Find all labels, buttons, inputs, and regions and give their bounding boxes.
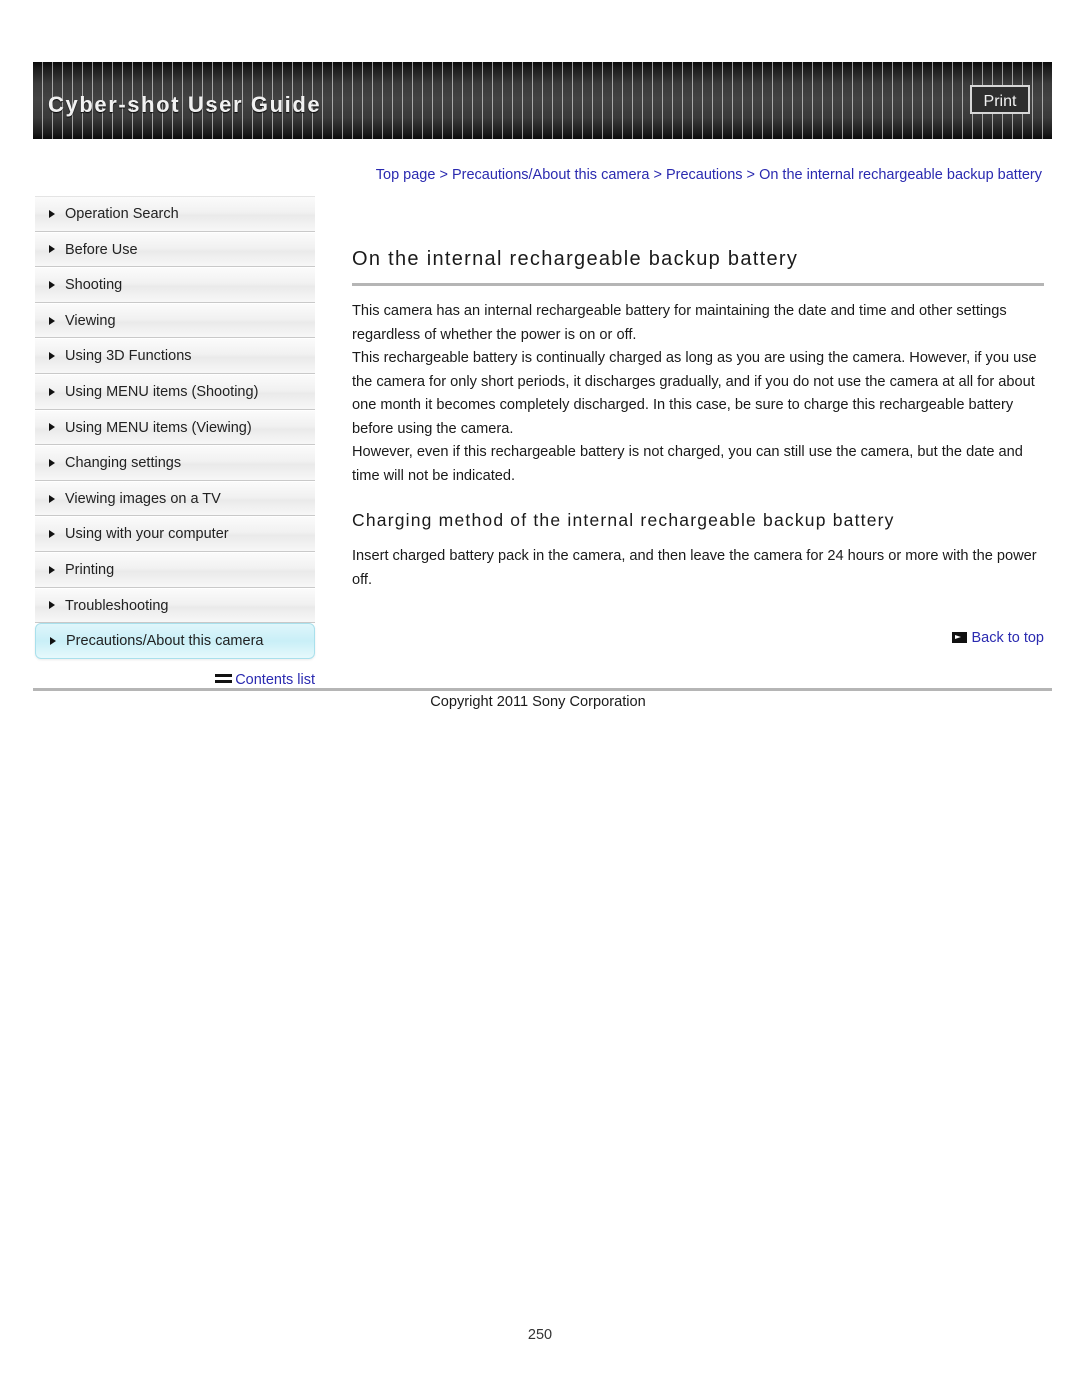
- sidebar-nav: Operation Search Before Use Shooting Viewin…: [35, 196, 315, 659]
- sidebar-item-label: Before Use: [65, 241, 138, 258]
- sidebar-item-label: Using MENU items (Shooting): [65, 383, 259, 400]
- print-button[interactable]: Print: [970, 85, 1030, 114]
- sidebar-item-label: Precautions/About this camera: [66, 633, 264, 650]
- back-to-top-label: Back to top: [971, 630, 1044, 646]
- sidebar-item-shooting[interactable]: Shooting: [35, 267, 315, 303]
- breadcrumb-separator: >: [435, 167, 452, 183]
- page-title: On the internal rechargeable backup batt…: [352, 248, 1044, 286]
- sidebar-item-label: Troubleshooting: [65, 597, 169, 614]
- sidebar-item-label: Shooting: [65, 277, 123, 294]
- sidebar-item-label: Using MENU items (Viewing): [65, 419, 252, 436]
- chevron-right-icon: [49, 387, 55, 396]
- back-to-top-icon: [952, 632, 968, 643]
- page-number: 250: [527, 1327, 553, 1343]
- breadcrumb-separator: >: [742, 167, 760, 183]
- sidebar-item-using-menu-items-shooting[interactable]: Using MENU items (Shooting): [35, 373, 315, 410]
- header-banner: Cyber-shot User Guide Print: [33, 62, 1052, 139]
- sidebar-item-troubleshooting[interactable]: Troubleshooting: [35, 587, 315, 624]
- sidebar-item-label: Viewing images on a TV: [65, 490, 221, 507]
- back-to-top-link[interactable]: Back to top: [352, 630, 1044, 646]
- breadcrumb-item[interactable]: Precautions: [666, 167, 743, 183]
- sidebar-item-label: Using with your computer: [65, 526, 229, 543]
- chevron-right-icon: [49, 280, 55, 289]
- breadcrumb-separator: >: [649, 167, 666, 183]
- breadcrumb-item[interactable]: Top page: [376, 167, 436, 183]
- sidebar-item-viewing[interactable]: Viewing: [35, 302, 315, 339]
- sidebar-item-printing[interactable]: Printing: [35, 551, 315, 588]
- body-paragraph: Insert charged battery pack in the camer…: [352, 548, 1037, 588]
- contents-list-icon: [215, 674, 233, 683]
- sidebar-item-changing-settings[interactable]: Changing settings: [35, 445, 315, 481]
- breadcrumb-item[interactable]: Precautions/About this camera: [452, 167, 649, 183]
- app-title: Cyber-shot User Guide: [48, 92, 322, 117]
- chevron-right-icon: [49, 209, 55, 218]
- sidebar-item-label: Changing settings: [65, 455, 182, 472]
- chevron-right-icon: [49, 530, 55, 539]
- chevron-right-icon: [49, 316, 55, 325]
- chevron-right-icon: [49, 423, 55, 432]
- sidebar-item-before-use[interactable]: Before Use: [35, 231, 315, 268]
- section-subtitle: Charging method of the internal recharge…: [352, 510, 895, 530]
- copyright-text: Copyright 2011 Sony Corporation: [430, 694, 646, 710]
- sidebar-item-using-menu-items-viewing[interactable]: Using MENU items (Viewing): [35, 409, 315, 446]
- breadcrumb-item[interactable]: On the internal rechargeable backup batt…: [759, 167, 1042, 183]
- sidebar-item-label: Operation Search: [65, 206, 179, 222]
- chevron-right-icon: [49, 601, 55, 610]
- contents-list-link[interactable]: Contents list: [35, 672, 315, 688]
- body-paragraph: This rechargeable battery is continually…: [352, 350, 1037, 437]
- body-paragraph: However, even if this rechargeable batte…: [352, 444, 1023, 484]
- sidebar-item-using-with-your-computer[interactable]: Using with your computer: [35, 516, 315, 552]
- chevron-right-icon: [49, 458, 55, 467]
- chevron-right-icon: [50, 636, 56, 645]
- chevron-right-icon: [49, 352, 55, 361]
- breadcrumb: Top page > Precautions/About this camera…: [352, 163, 1042, 187]
- contents-list-label: Contents list: [235, 672, 315, 688]
- sidebar-item-label: Using 3D Functions: [65, 348, 192, 365]
- sidebar-item-operation-search[interactable]: Operation Search: [35, 196, 315, 232]
- sidebar-item-label: Viewing: [65, 312, 116, 329]
- chevron-right-icon: [49, 494, 55, 503]
- body-paragraph: This camera has an internal rechargeable…: [352, 303, 1007, 343]
- footer-divider: [33, 688, 1052, 691]
- sidebar-item-using-3d-functions[interactable]: Using 3D Functions: [35, 338, 315, 374]
- chevron-right-icon: [49, 565, 55, 574]
- sidebar-item-precautions-about-this-camera[interactable]: Precautions/About this camera: [35, 623, 315, 659]
- main-content: On the internal rechargeable backup batt…: [352, 248, 1044, 646]
- sidebar-item-label: Printing: [65, 561, 115, 578]
- sidebar-item-viewing-images-on-a-tv[interactable]: Viewing images on a TV: [35, 480, 315, 517]
- chevron-right-icon: [49, 245, 55, 254]
